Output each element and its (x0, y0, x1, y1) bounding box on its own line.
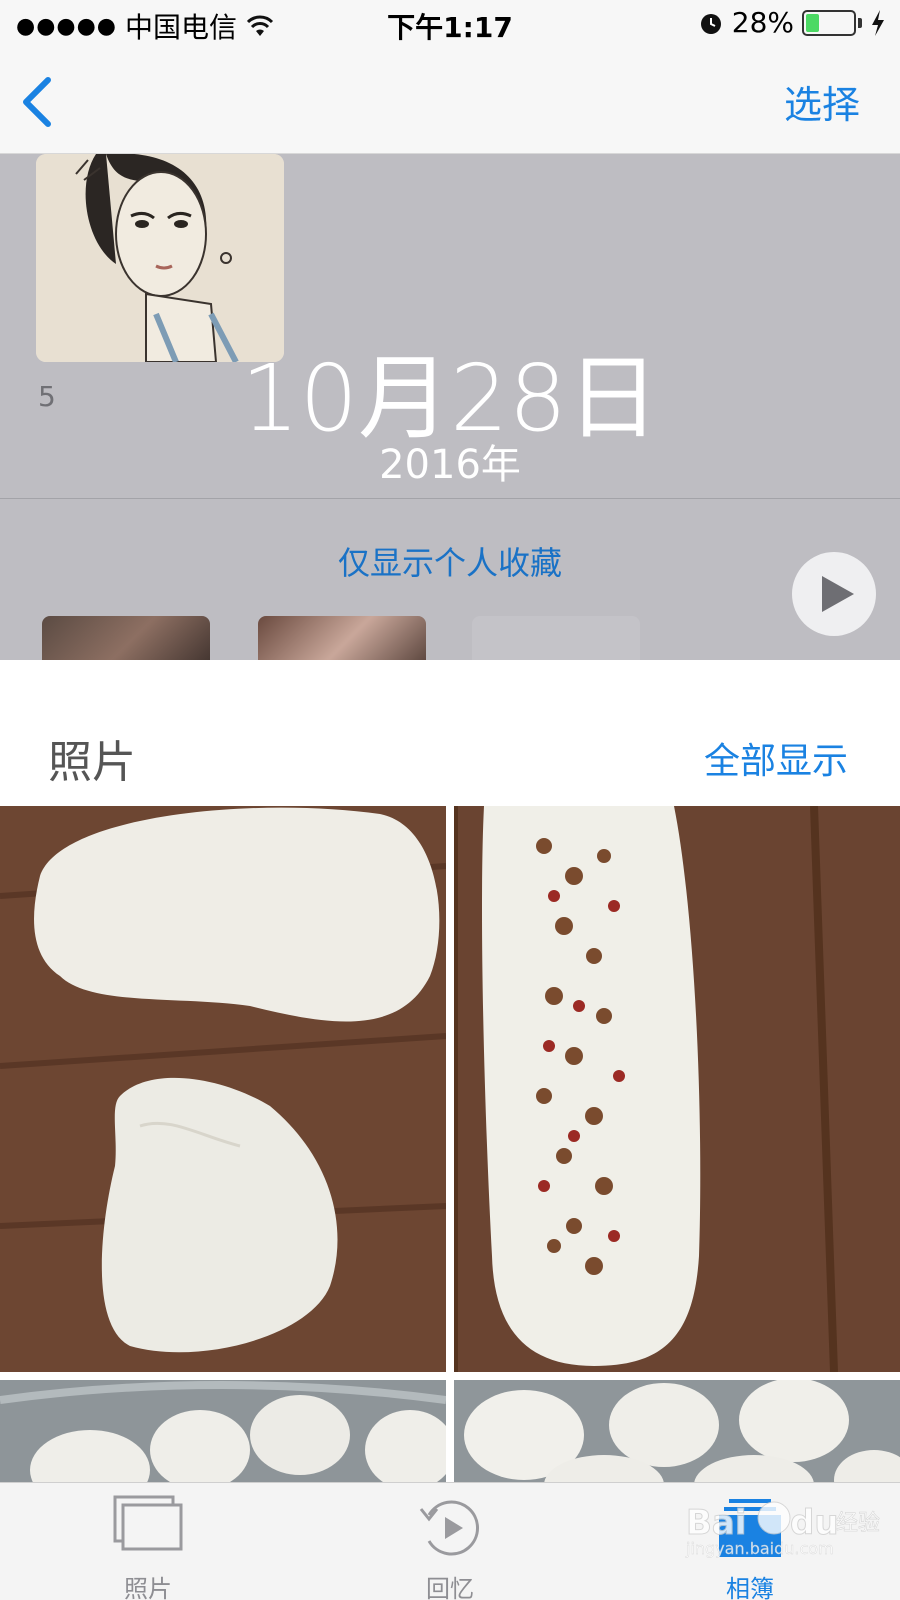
tab-photos[interactable]: 照片 (48, 1483, 248, 1600)
play-memory-button[interactable] (792, 552, 876, 636)
status-bar: ●●●●● 中国电信 下午1:17 28% (0, 0, 900, 50)
status-right: 28% (698, 6, 886, 39)
photo-dough-with-dates (454, 806, 900, 1372)
show-all-button[interactable]: 全部显示 (704, 732, 848, 784)
photos-section-header: 照片 全部显示 (0, 660, 900, 806)
tab-memories-label: 回忆 (426, 1575, 474, 1600)
photo-thumbnail[interactable] (454, 1380, 900, 1482)
svg-text:经验: 经验 (836, 1511, 880, 1536)
baidu-jingyan-watermark-logo: Bai du 经验 jingyan.baidu.com (685, 1501, 880, 1558)
tab-photos-label: 照片 (124, 1575, 172, 1600)
divider (0, 498, 900, 499)
photo-dough-balls (0, 806, 446, 1372)
alarm-clock-icon (700, 13, 721, 34)
photos-icon (113, 1495, 183, 1551)
photo-steamed-buns (0, 1380, 446, 1482)
memory-thumbnail[interactable] (472, 616, 640, 660)
memories-icon (419, 1500, 479, 1556)
navigation-bar: 选择 (0, 50, 900, 154)
photo-thumbnail[interactable] (0, 1380, 446, 1482)
play-icon (822, 576, 854, 612)
photo-thumbnail[interactable] (0, 806, 446, 1372)
memory-year-subtitle: 2016年 (379, 442, 521, 488)
battery-level (806, 13, 819, 32)
battery-percent: 28% (731, 6, 794, 39)
battery-tip (858, 17, 862, 28)
photo-thumbnail[interactable] (454, 806, 900, 1372)
memory-header: 5 10月28日 2016年 仅显示个人收藏 (0, 154, 900, 660)
section-title: 照片 (48, 737, 136, 788)
tab-memories[interactable]: 回忆 (350, 1483, 550, 1600)
back-chevron-icon[interactable] (16, 76, 56, 128)
show-favorites-only-link[interactable]: 仅显示个人收藏 (0, 538, 900, 584)
memory-thumbnail[interactable] (258, 616, 426, 660)
memory-thumbnail[interactable] (42, 616, 210, 660)
svg-text:Bai: Bai (686, 1503, 747, 1543)
select-button[interactable]: 选择 (784, 74, 860, 129)
battery-icon (802, 9, 856, 36)
photo-steamed-buns (454, 1380, 900, 1482)
svg-text:du: du (790, 1503, 839, 1543)
photo-grid (0, 806, 900, 1482)
svg-text:jingyan.baidu.com: jingyan.baidu.com (685, 1539, 834, 1558)
charging-bolt-icon (872, 9, 884, 36)
